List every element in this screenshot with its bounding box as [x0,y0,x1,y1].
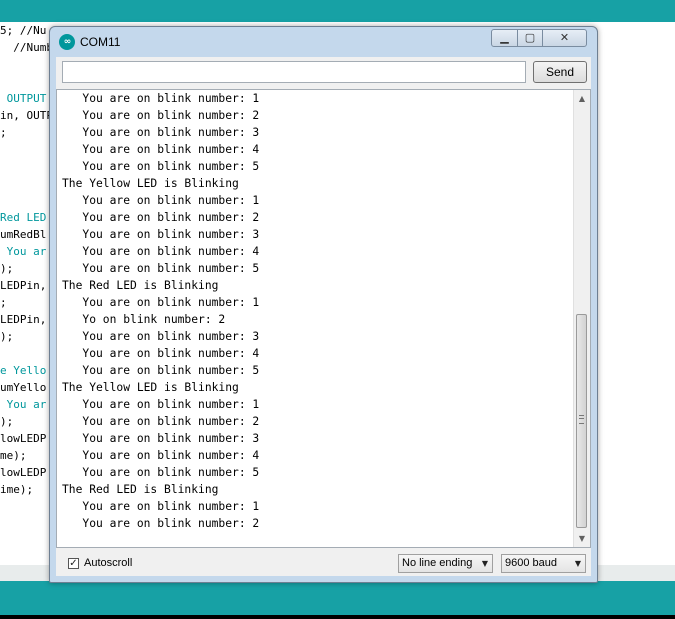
baud-rate-select[interactable]: 9600 baud ▼ [501,554,586,573]
code-line: ; [0,126,7,139]
output-line: You are on blink number: 3 [62,330,260,343]
output-line: You are on blink number: 5 [62,364,260,377]
output-line: The Red LED is Blinking [62,279,219,292]
code-line: ); [0,262,14,275]
code-line: You ar [0,245,47,258]
scroll-down-icon[interactable]: ▼ [574,530,590,547]
chevron-down-icon: ▼ [574,559,581,568]
code-line: //Numb [0,41,53,54]
output-line: You are on blink number: 4 [62,449,260,462]
output-line: You are on blink number: 3 [62,228,260,241]
ide-status-edge [0,615,675,619]
window-title: COM11 [80,35,121,49]
code-line: ); [0,415,14,428]
autoscroll-checkbox[interactable]: ✓ [68,558,79,569]
code-line: ime); [0,483,34,496]
code-line: 5; //Nu [0,24,47,37]
output-line: You are on blink number: 4 [62,245,260,258]
output-line: You are on blink number: 5 [62,466,260,479]
serial-output-lines: You are on blink number: 1 You are on bl… [62,90,259,532]
maximize-button[interactable]: ▢ [517,29,543,47]
arduino-logo-icon: ∞ [59,34,75,50]
code-line: e Yello [0,364,47,377]
close-button[interactable]: ✕ [542,29,587,47]
code-line: in, OUTP [0,109,53,122]
minimize-icon: ▁ [500,31,509,44]
code-line: LEDPin, [0,313,47,326]
serial-monitor-footer: ✓ Autoscroll No line ending ▼ 9600 baud … [56,548,591,576]
output-line: You are on blink number: 1 [62,92,260,105]
output-line: You are on blink number: 1 [62,398,260,411]
output-line: You are on blink number: 2 [62,415,260,428]
code-line: LEDPin, [0,279,47,292]
code-line: ; [0,296,7,309]
maximize-icon: ▢ [524,31,536,44]
line-ending-value: No line ending [402,557,473,569]
code-line: me); [0,449,27,462]
output-line: You are on blink number: 3 [62,432,260,445]
output-line: You are on blink number: 2 [62,517,260,530]
output-line: The Yellow LED is Blinking [62,381,239,394]
output-scrollbar[interactable]: ▲ ▼ [573,90,590,547]
baud-rate-value: 9600 baud [505,557,557,569]
code-line: Red LED [0,211,47,224]
ide-toolbar [0,0,675,22]
code-line: umRedBl [0,228,47,241]
close-icon: ✕ [559,31,570,44]
serial-monitor-window: ∞ COM11 ▁ ▢ ✕ Send You are on blink numb… [49,26,598,583]
output-line: You are on blink number: 4 [62,143,260,156]
code-line: umYello [0,381,47,394]
output-line: You are on blink number: 5 [62,262,260,275]
output-line: You are on blink number: 1 [62,194,260,207]
ide-console [0,581,675,615]
checkmark-icon: ✓ [69,558,78,569]
chevron-down-icon: ▼ [481,559,488,568]
output-line: You are on blink number: 1 [62,500,260,513]
output-line: You are on blink number: 4 [62,347,260,360]
scroll-thumb[interactable] [576,314,587,528]
code-line: OUTPUT [0,92,47,105]
output-line: You are on blink number: 3 [62,126,260,139]
minimize-button[interactable]: ▁ [491,29,518,47]
line-ending-select[interactable]: No line ending ▼ [398,554,493,573]
send-button[interactable]: Send [533,61,587,83]
autoscroll-label[interactable]: Autoscroll [84,557,132,570]
output-line: Yo on blink number: 2 [62,313,226,326]
output-line: The Yellow LED is Blinking [62,177,239,190]
serial-monitor-client: Send You are on blink number: 1 You are … [56,57,591,576]
output-line: The Red LED is Blinking [62,483,219,496]
output-line: You are on blink number: 5 [62,160,260,173]
serial-input-field[interactable] [62,61,526,83]
code-line: ); [0,330,14,343]
output-line: You are on blink number: 2 [62,211,260,224]
code-line: You ar [0,398,47,411]
output-line: You are on blink number: 2 [62,109,260,122]
code-line: lowLEDP [0,432,47,445]
title-bar[interactable]: ∞ COM11 ▁ ▢ ✕ [50,27,597,57]
serial-output-area[interactable]: You are on blink number: 1 You are on bl… [56,89,591,548]
output-line: You are on blink number: 1 [62,296,260,309]
code-line: lowLEDP [0,466,47,479]
scroll-up-icon[interactable]: ▲ [574,90,590,107]
scroll-grip-icon [579,415,584,424]
